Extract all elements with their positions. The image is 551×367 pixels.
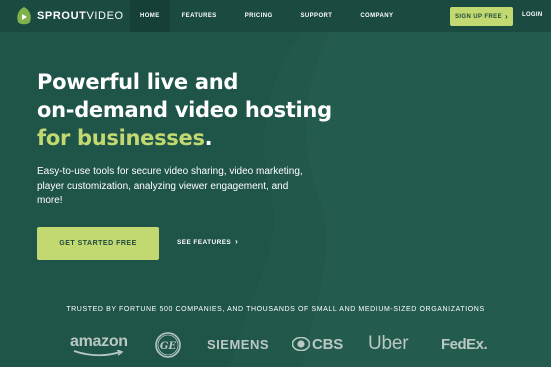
amazon-logo: amazon xyxy=(70,333,128,350)
login-link[interactable]: LOGIN xyxy=(522,12,543,18)
uber-logo: Uber xyxy=(368,333,409,354)
nav-item-company[interactable]: COMPANY xyxy=(360,0,393,32)
hero-title-line2: on-demand video hosting xyxy=(37,98,332,122)
play-icon xyxy=(17,7,31,25)
hero-title-period: . xyxy=(204,126,213,150)
nav-item-home[interactable]: HOME xyxy=(130,0,170,32)
main-nav: HOME FEATURES PRICING SUPPORT COMPANY xyxy=(130,0,393,32)
hero-title-line1: Powerful live and xyxy=(37,70,239,94)
cbs-eye-icon xyxy=(292,337,310,351)
hero-title: Powerful live and on-demand video hostin… xyxy=(37,68,357,152)
sproutvideo-logo[interactable]: SPROUTVIDEO xyxy=(15,6,124,26)
see-features-link[interactable]: SEE FEATURES › xyxy=(177,238,238,246)
logo-wordmark-bold: SPROUT xyxy=(37,10,87,22)
ge-logo: GE xyxy=(155,332,181,358)
chevron-right-icon: › xyxy=(504,11,509,21)
nav-item-pricing[interactable]: PRICING xyxy=(245,0,273,32)
trusted-by-heading: TRUSTED BY FORTUNE 500 COMPANIES, AND TH… xyxy=(66,306,485,313)
hero-subtitle: Easy-to-use tools for secure video shari… xyxy=(37,166,303,206)
logo-wordmark: SPROUTVIDEO xyxy=(37,10,124,22)
logo-wordmark-light: VIDEO xyxy=(86,10,124,22)
sign-up-free-label: SIGN UP FREE xyxy=(454,13,502,20)
nav-item-features[interactable]: FEATURES xyxy=(182,0,217,32)
svg-text:GE: GE xyxy=(160,341,177,352)
cbs-logo: CBS xyxy=(312,336,344,353)
top-navbar: SPROUTVIDEO HOME FEATURES PRICING SUPPOR… xyxy=(0,0,551,32)
sign-up-free-button[interactable]: SIGN UP FREE › xyxy=(450,7,513,26)
nav-item-support[interactable]: SUPPORT xyxy=(301,0,333,32)
see-features-label: SEE FEATURES xyxy=(177,238,232,246)
get-started-free-button[interactable]: GET STARTED FREE xyxy=(37,227,159,260)
hero-title-accent: for businesses xyxy=(37,126,205,150)
fedex-logo: FedEx. xyxy=(441,336,488,353)
customer-logos: amazon GE SIEMENS CBS Uber FedEx. xyxy=(0,330,551,360)
siemens-logo: SIEMENS xyxy=(207,337,270,352)
amazon-smile-icon xyxy=(73,350,124,357)
chevron-right-icon: › xyxy=(235,237,239,246)
